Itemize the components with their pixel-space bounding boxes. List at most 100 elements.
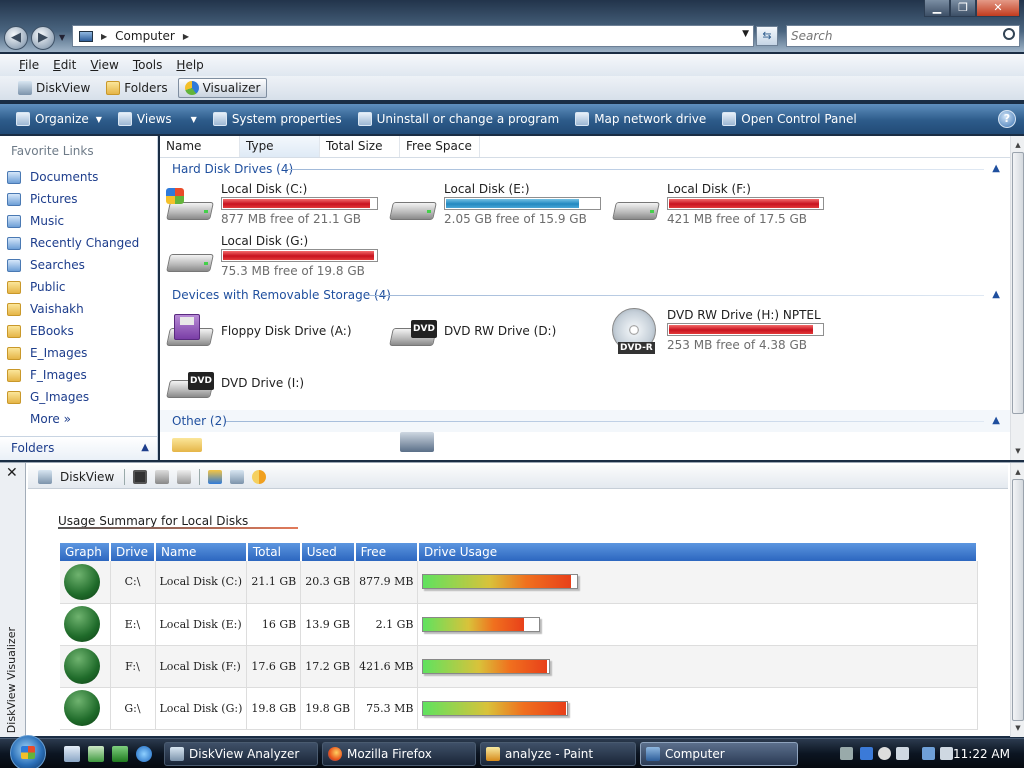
breadcrumb-computer[interactable]: Computer [115,29,175,43]
scroll-up-icon[interactable]: ▲ [1011,465,1024,479]
sidebar-item-vaishakh[interactable]: Vaishakh [0,298,157,320]
taskbar-item-paint[interactable]: analyze - Paint [480,742,636,766]
clock[interactable]: 11:22 AM [953,743,1010,765]
menu-edit[interactable]: Edit [46,58,83,72]
taskbar-item-firefox[interactable]: Mozilla Firefox [322,742,476,766]
drive-tile-i[interactable]: DVD DVD Drive (I:) [160,358,382,410]
disk-graph-icon[interactable] [64,690,100,726]
messenger-icon[interactable] [878,747,891,760]
address-dropdown-icon[interactable]: ▼ [742,29,749,39]
sidebar-item-searches[interactable]: Searches [0,254,157,276]
menu-help[interactable]: Help [169,58,210,72]
minimize-button[interactable]: ▁ [924,0,950,17]
notification-icon[interactable] [896,747,909,760]
sidebar-item-music[interactable]: Music [0,210,157,232]
network-icon[interactable] [922,747,935,760]
scroll-down-icon[interactable]: ▼ [1011,444,1024,458]
breadcrumb-separator-icon[interactable]: ▶ [183,32,189,41]
volume-icon[interactable] [940,747,953,760]
taskbar-item-diskview[interactable]: DiskView Analyzer [164,742,318,766]
table-row[interactable]: C:\ Local Disk (C:) 21.1 GB 20.3 GB 877.… [60,561,978,604]
sidebar-item-e-images[interactable]: E_Images [0,342,157,364]
chevron-up-icon[interactable]: ▲ [141,437,149,459]
header-free[interactable]: Free [354,543,419,561]
show-desktop-icon[interactable] [64,746,80,762]
group-header-removable[interactable]: Devices with Removable Storage (4) ▲ [160,284,1010,306]
search-input[interactable] [787,26,987,46]
chevron-up-icon[interactable]: ▲ [992,410,1000,432]
group-header-other[interactable]: Other (2) ▲ [160,410,1010,432]
menu-file[interactable]: File [12,58,46,72]
search-box[interactable] [786,25,1020,47]
breadcrumb-separator-icon[interactable]: ▶ [101,32,107,41]
scroll-thumb[interactable] [1012,152,1024,414]
sidebar-item-g-images[interactable]: G_Images [0,386,157,408]
uninstall-program-button[interactable]: Uninstall or change a program [350,112,568,126]
maximize-button[interactable]: ❐ [950,0,976,17]
table-row[interactable]: E:\ Local Disk (E:) 16 GB 13.9 GB 2.1 GB [60,603,978,646]
shared-folder-icon[interactable] [172,438,202,452]
header-used[interactable]: Used [300,543,356,561]
sidebar-item-f-images[interactable]: F_Images [0,364,157,386]
internet-explorer-icon[interactable] [136,746,152,762]
drive-tile-e[interactable]: Local Disk (E:) 2.05 GB free of 15.9 GB [383,180,605,232]
back-button[interactable]: ◀ [4,26,28,50]
copy-icon[interactable] [155,469,170,484]
column-type[interactable]: Type [240,136,320,157]
sidebar-item-recently-changed[interactable]: Recently Changed [0,232,157,254]
quicklaunch-app-icon[interactable] [112,746,128,762]
drive-tray-icon[interactable] [840,747,853,760]
header-graph[interactable]: Graph [60,543,111,561]
help-button[interactable]: ? [998,110,1016,128]
diskview-scrollbar[interactable]: ▲ ▼ [1010,463,1024,737]
folders-toolbar-button[interactable]: Folders [100,78,173,98]
main-scrollbar[interactable]: ▲ ▼ [1010,136,1024,460]
drive-tile-a[interactable]: Floppy Disk Drive (A:) [160,306,382,358]
address-bar[interactable]: ▶ Computer ▶ ▼ [72,25,754,47]
organize-button[interactable]: Organize ▼ [8,112,110,126]
sidebar-item-ebooks[interactable]: EBooks [0,320,157,342]
column-free-space[interactable]: Free Space [400,136,480,157]
disk-graph-icon[interactable] [64,648,100,684]
views-button[interactable]: Views ▼ [110,112,205,126]
close-icon[interactable]: ✕ [6,465,18,481]
refresh-icon[interactable] [252,469,267,484]
drive-tile-g[interactable]: Local Disk (G:) 75.3 MB free of 19.8 GB [160,232,382,284]
refresh-button[interactable]: ⇆ [756,26,778,46]
disk-graph-icon[interactable] [64,606,100,642]
sidebar-item-documents[interactable]: Documents [0,166,157,188]
open-control-panel-button[interactable]: Open Control Panel [714,112,864,126]
column-total-size[interactable]: Total Size [320,136,400,157]
group-header-hard-disks[interactable]: Hard Disk Drives (4) ▲ [160,158,1010,180]
properties-icon[interactable] [208,469,223,484]
disk-graph-icon[interactable] [64,563,100,600]
menu-tools[interactable]: Tools [126,58,170,72]
scroll-down-icon[interactable]: ▼ [1011,721,1024,735]
header-drive[interactable]: Drive [110,543,156,561]
header-drive-usage[interactable]: Drive Usage [417,543,979,561]
print-icon[interactable] [177,469,192,484]
system-properties-button[interactable]: System properties [205,112,350,126]
drive-tile-f[interactable]: Local Disk (F:) 421 MB free of 17.5 GB [606,180,828,232]
drive-tile-c[interactable]: Local Disk (C:) 877 MB free of 21.1 GB [160,180,382,232]
table-row[interactable]: G:\ Local Disk (G:) 19.8 GB 19.8 GB 75.3… [60,687,978,730]
header-total[interactable]: Total [246,543,302,561]
table-row[interactable]: F:\ Local Disk (F:) 17.6 GB 17.2 GB 421.… [60,645,978,688]
bluetooth-icon[interactable] [860,747,873,760]
chevron-up-icon[interactable]: ▲ [992,158,1000,180]
history-dropdown-icon[interactable]: ▼ [59,33,65,42]
drive-tile-h[interactable]: DVD-R DVD RW Drive (H:) NPTEL 253 MB fre… [606,306,828,358]
save-icon[interactable] [133,469,148,484]
drive-tile-d[interactable]: DVD DVD RW Drive (D:) [383,306,605,358]
header-name[interactable]: Name [155,543,248,561]
forward-button[interactable]: ▶ [31,26,55,50]
menu-view[interactable]: View [83,58,125,72]
switch-windows-icon[interactable] [88,746,104,762]
close-button[interactable]: ✕ [976,0,1020,17]
diskview-toolbar-label[interactable]: DiskView [60,470,114,484]
device-icon[interactable] [400,432,434,452]
scroll-up-icon[interactable]: ▲ [1011,138,1024,152]
sidebar-item-public[interactable]: Public [0,276,157,298]
diskview-toolbar-button[interactable]: DiskView [12,78,96,98]
scan-icon[interactable] [230,469,245,484]
